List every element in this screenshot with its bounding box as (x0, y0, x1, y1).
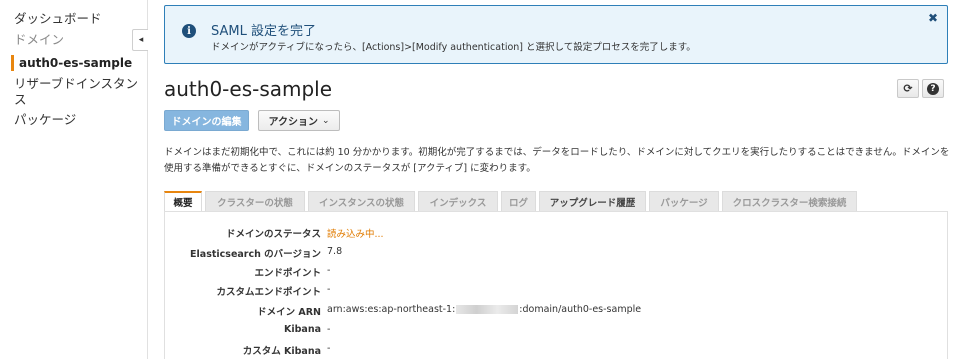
actions-dropdown-button[interactable]: アクション ⌄ (258, 110, 340, 131)
edit-domain-button[interactable]: ドメインの編集 (164, 110, 249, 131)
detail-row-domain-status: ドメインのステータス 読み込み中... (165, 226, 949, 240)
sidebar-item-dashboard[interactable]: ダッシュボード (14, 11, 139, 27)
tab-instance-health[interactable]: インスタンスの状態 (308, 191, 415, 212)
arn-suffix: :domain/auth0-es-sample (519, 304, 642, 315)
domain-initializing-description: ドメインはまだ初期化中で、これには約 10 分かかります。初期化が完了するまでは… (164, 147, 950, 174)
refresh-button[interactable]: ⟳ (897, 79, 919, 98)
actions-label: アクション (268, 117, 318, 128)
close-icon[interactable]: ✖ (928, 11, 938, 25)
detail-row-domain-arn: ドメイン ARN arn:aws:es:ap-northeast-1: :doma… (165, 304, 949, 318)
sidebar-item-auth0-es-sample[interactable]: auth0-es-sample (11, 55, 136, 71)
detail-label: Kibana (283, 324, 321, 335)
domain-arn-value: arn:aws:es:ap-northeast-1: :domain/auth0-… (327, 304, 641, 315)
tab-packages[interactable]: パッケージ (649, 191, 719, 212)
detail-label: ドメインのステータス (225, 229, 321, 240)
alert-body: ドメインがアクティブになったら、[Actions]>[Modify authen… (211, 42, 696, 53)
detail-label: Elasticsearch のバージョン (190, 249, 321, 260)
tab-logs[interactable]: ログ (501, 191, 536, 212)
saml-alert: i SAML 設定を完了 ドメインがアクティブになったら、[Actions]>[… (164, 5, 948, 64)
detail-row-custom-kibana: カスタム Kibana - (165, 343, 949, 357)
chevron-down-icon: ⌄ (321, 115, 330, 126)
overview-panel: ドメインのステータス 読み込み中... Elasticsearch のバージョン… (164, 211, 948, 359)
arn-prefix: arn:aws:es:ap-northeast-1: (327, 304, 456, 315)
sidebar-item-reserved-instances[interactable]: リザーブドインスタンス (14, 76, 139, 108)
sidebar: ダッシュボード ドメイン auth0-es-sample リザーブドインスタンス… (0, 0, 150, 359)
sidebar-item-domains[interactable]: ドメイン (14, 32, 139, 48)
detail-label: カスタム Kibana (242, 346, 321, 357)
detail-row-endpoint: エンドポイント - (165, 265, 949, 279)
detail-row-es-version: Elasticsearch のバージョン 7.8 (165, 246, 949, 260)
detail-row-custom-endpoint: カスタムエンドポイント - (165, 284, 949, 298)
chevron-left-icon: ◂ (138, 35, 144, 45)
custom-kibana-value: - (327, 343, 331, 354)
help-icon: ? (927, 82, 939, 95)
main-content: i SAML 設定を完了 ドメインがアクティブになったら、[Actions]>[… (148, 0, 960, 359)
kibana-value: - (327, 324, 331, 335)
tab-cluster-health[interactable]: クラスターの状態 (205, 191, 305, 212)
domain-status-value: 読み込み中... (327, 229, 384, 240)
custom-endpoint-value: - (327, 284, 331, 295)
redacted-account-id (456, 305, 519, 314)
tab-cross-cluster-search[interactable]: クロスクラスター検索接続 (722, 191, 857, 212)
tab-upgrade-history[interactable]: アップグレード履歴 (539, 191, 646, 212)
tab-indices[interactable]: インデックス (418, 191, 498, 212)
es-version-value: 7.8 (327, 246, 343, 257)
page-title: auth0-es-sample (164, 77, 333, 101)
sidebar-item-packages[interactable]: パッケージ (14, 112, 139, 128)
refresh-icon: ⟳ (903, 82, 913, 95)
detail-row-kibana: Kibana - (165, 324, 949, 338)
detail-label: カスタムエンドポイント (216, 287, 321, 298)
help-button[interactable]: ? (922, 79, 944, 98)
edit-domain-label: ドメインの編集 (171, 117, 242, 128)
detail-label: エンドポイント (254, 268, 321, 279)
alert-title: SAML 設定を完了 (211, 24, 316, 39)
detail-label: ドメイン ARN (257, 307, 321, 318)
tab-overview[interactable]: 概要 (164, 191, 202, 212)
info-icon: i (182, 24, 196, 38)
endpoint-value: - (327, 265, 331, 276)
